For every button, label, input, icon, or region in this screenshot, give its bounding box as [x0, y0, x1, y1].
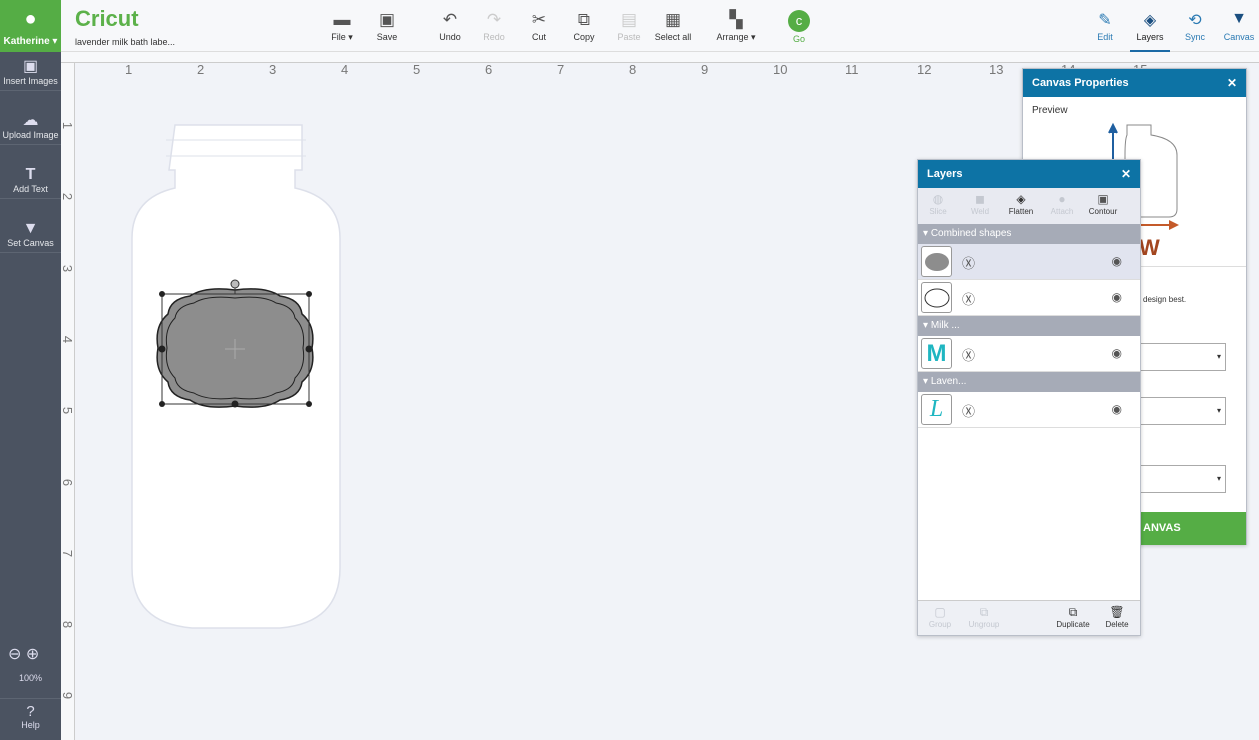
ungroup-icon: ⧉ [979, 605, 989, 619]
label: Delete [1105, 620, 1129, 629]
label: Slice [929, 207, 947, 216]
label: Weld [970, 207, 990, 216]
rotate-handle[interactable] [230, 279, 240, 289]
layer-row[interactable]: Ⓧ ◉ [918, 244, 1140, 280]
layer-thumbnail: M [921, 338, 952, 369]
canvas-select-1[interactable]: ▾ [1140, 343, 1226, 371]
canvas-select-3[interactable]: ▾ [1140, 465, 1226, 493]
layers-panel: Layers ✕ ◍ Slice ◼ Weld ◈ Flatten ● Attach ▣ C… [917, 159, 1141, 636]
layer-group[interactable]: ▾ Milk ... [918, 316, 1140, 336]
layer-thumbnail [921, 282, 952, 313]
flatten-icon: ◈ [1016, 192, 1026, 206]
contour-icon: ▣ [1097, 192, 1109, 206]
layers-list-empty [918, 450, 1140, 600]
cut-icon[interactable]: Ⓧ [962, 289, 975, 308]
attach-icon: ● [1058, 192, 1066, 206]
slice-button[interactable]: ◍ Slice [918, 192, 958, 216]
thumb-letter: L [929, 396, 944, 422]
layer-thumbnail [921, 246, 952, 277]
close-icon[interactable]: ✕ [1227, 69, 1237, 97]
label: Contour [1088, 207, 1118, 216]
eye-icon[interactable]: ◉ [1112, 290, 1122, 304]
label: Flatten [1008, 207, 1034, 216]
group-name: Combined shapes [930, 228, 1012, 239]
close-icon[interactable]: ✕ [1121, 160, 1131, 188]
canvas-hint: design best. [1143, 295, 1187, 304]
layer-row[interactable]: M Ⓧ ◉ [918, 336, 1140, 372]
layer-thumbnail: L [921, 394, 952, 425]
panel-title: Canvas Properties [1032, 77, 1129, 89]
cut-icon[interactable]: Ⓧ [962, 345, 975, 364]
trash-icon: 🗑 [1109, 605, 1125, 619]
thumb-letter: M [926, 339, 947, 367]
label: Attach [1050, 207, 1074, 216]
layer-group[interactable]: ▾ Combined shapes [918, 224, 1140, 244]
label: Group [928, 620, 952, 629]
layers-toolbar: ◍ Slice ◼ Weld ◈ Flatten ● Attach ▣ Contour [918, 188, 1140, 224]
group-icon: ▢ [934, 605, 946, 619]
attach-button[interactable]: ● Attach [1042, 192, 1082, 216]
eye-icon[interactable]: ◉ [1112, 346, 1122, 360]
weld-icon: ◼ [975, 192, 985, 206]
layer-group[interactable]: ▾ Laven... [918, 372, 1140, 392]
group-name: Milk ... [930, 320, 960, 331]
contour-button[interactable]: ▣ Contour [1083, 192, 1123, 216]
group-button[interactable]: ▢ Group [920, 605, 960, 629]
flatten-button[interactable]: ◈ Flatten [1001, 192, 1041, 216]
ungroup-button[interactable]: ⧉ Ungroup [964, 605, 1004, 629]
panel-title: Layers [927, 168, 963, 180]
duplicate-icon: ⧉ [1068, 605, 1078, 619]
layers-footer: ▢ Group ⧉ Ungroup ⧉ Duplicate 🗑 Delete [918, 600, 1140, 635]
svg-text:W: W [1139, 235, 1160, 260]
cut-icon[interactable]: Ⓧ [962, 253, 975, 272]
label: Ungroup [968, 620, 1000, 629]
group-name: Laven... [930, 376, 967, 387]
label: Duplicate [1056, 620, 1090, 629]
delete-button[interactable]: 🗑 Delete [1097, 605, 1137, 629]
eye-icon[interactable]: ◉ [1112, 402, 1122, 416]
slice-icon: ◍ [932, 192, 944, 206]
canvas-select-2[interactable]: ▾ [1140, 397, 1226, 425]
layer-row[interactable]: Ⓧ ◉ [918, 280, 1140, 316]
preview-label: Preview [1032, 105, 1068, 116]
eye-icon[interactable]: ◉ [1112, 254, 1122, 268]
cut-icon[interactable]: Ⓧ [962, 401, 975, 420]
layer-row[interactable]: L Ⓧ ◉ [918, 392, 1140, 428]
weld-button[interactable]: ◼ Weld [960, 192, 1000, 216]
duplicate-button[interactable]: ⧉ Duplicate [1053, 605, 1093, 629]
